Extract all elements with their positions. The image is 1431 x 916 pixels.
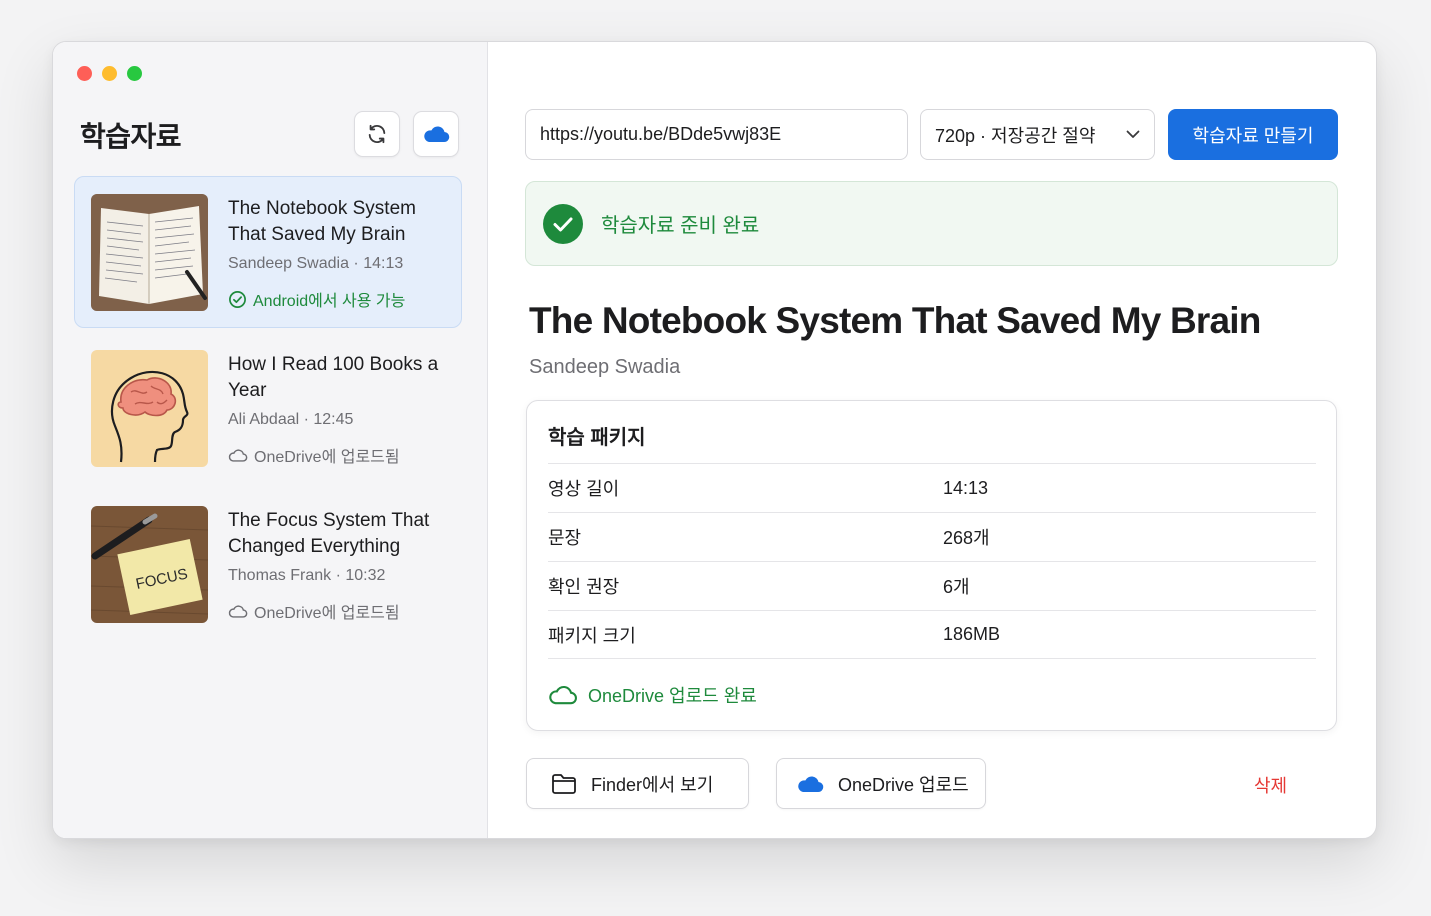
list-item[interactable]: How I Read 100 Books a Year Ali Abdaal ·…: [74, 332, 462, 484]
detail-label: 영상 길이: [548, 479, 620, 499]
cloud-outline-icon: [549, 685, 577, 705]
show-in-finder-button[interactable]: Finder에서 보기: [526, 758, 749, 809]
close-window-button[interactable]: [77, 66, 92, 81]
onedrive-upload-label: OneDrive 업로드: [838, 774, 969, 795]
onedrive-upload-button[interactable]: OneDrive 업로드: [776, 758, 986, 809]
upload-status: OneDrive 업로드 완료: [548, 682, 757, 708]
brain-thumbnail: [91, 350, 208, 467]
material-list: The Notebook System That Saved My Brain …: [74, 176, 462, 644]
package-card-title: 학습 패키지: [548, 427, 646, 449]
list-item[interactable]: FOCUS The Focus System That Changed Ever…: [74, 488, 462, 640]
app-window: 학습자료 The Notebook System That Saved My B…: [52, 41, 1377, 839]
cloud-outline-icon: [228, 448, 248, 462]
video-title: The Notebook System That Saved My Brain: [529, 300, 1261, 341]
detail-value: 6개: [943, 577, 970, 597]
detail-value: 14:13: [943, 477, 989, 498]
status-banner: 학습자료 준비 완료: [525, 181, 1338, 266]
item-status: OneDrive에 업로드됨: [228, 443, 400, 467]
item-meta: Sandeep Swadia · 14:13: [228, 255, 404, 272]
item-status-label: OneDrive에 업로드됨: [254, 605, 400, 622]
list-item[interactable]: The Notebook System That Saved My Brain …: [74, 176, 462, 328]
status-banner-text: 학습자료 준비 완료: [601, 215, 760, 237]
package-details: 영상 길이 14:13 문장 268개 확인 권장 6개 패키지 크기 186M…: [548, 463, 1316, 659]
item-title: The Notebook System That Saved My Brain: [228, 198, 416, 245]
delete-button[interactable]: 삭제: [1254, 772, 1287, 798]
refresh-button[interactable]: [354, 111, 400, 157]
detail-value: 268개: [943, 528, 990, 548]
folder-icon: [552, 773, 576, 794]
detail-label: 확인 권장: [548, 577, 620, 597]
refresh-icon: [368, 124, 386, 144]
detail-value: 186MB: [943, 624, 1001, 644]
main-panel: https://youtu.be/BDde5vwj83E 720p · 저장공간…: [489, 42, 1376, 838]
onedrive-cloud-icon: [424, 126, 450, 143]
quality-select[interactable]: 720p · 저장공간 절약: [920, 109, 1155, 160]
minimize-window-button[interactable]: [102, 66, 117, 81]
item-status-label: OneDrive에 업로드됨: [254, 449, 400, 466]
onedrive-sync-button[interactable]: [413, 111, 459, 157]
sidebar: 학습자료 The Notebook System That Saved My B…: [53, 42, 488, 838]
item-meta: Thomas Frank · 10:32: [228, 567, 386, 584]
notebook-thumbnail: [91, 194, 208, 311]
show-in-finder-label: Finder에서 보기: [591, 774, 714, 795]
sidebar-title: 학습자료: [80, 121, 182, 152]
detail-row: 패키지 크기 186MB: [548, 610, 1316, 659]
detail-label: 문장: [548, 528, 582, 548]
item-status: Android에서 사용 가능: [228, 287, 405, 311]
detail-row: 확인 권장 6개: [548, 561, 1316, 610]
quality-select-value: 720p · 저장공간 절약: [935, 125, 1096, 146]
item-status-label: Android에서 사용 가능: [253, 293, 406, 310]
cloud-outline-icon: [228, 604, 248, 618]
window-controls: [77, 66, 142, 81]
make-material-button[interactable]: 학습자료 만들기: [1168, 109, 1338, 160]
url-input[interactable]: https://youtu.be/BDde5vwj83E: [525, 109, 908, 160]
video-channel: Sandeep Swadia: [529, 356, 681, 378]
check-circle-icon: [229, 290, 246, 308]
item-title: The Focus System That Changed Everything: [228, 510, 430, 557]
chevron-down-icon: [1126, 130, 1140, 138]
upload-status-text: OneDrive 업로드 완료: [588, 686, 757, 706]
focus-thumbnail: FOCUS: [91, 506, 208, 623]
detail-row: 영상 길이 14:13: [548, 463, 1316, 512]
item-status: OneDrive에 업로드됨: [228, 599, 400, 623]
zoom-window-button[interactable]: [127, 66, 142, 81]
detail-label: 패키지 크기: [548, 625, 636, 646]
success-check-icon: [543, 203, 583, 244]
package-card: 학습 패키지 영상 길이 14:13 문장 268개 확인 권장 6개 패키지 …: [526, 400, 1337, 731]
item-title: How I Read 100 Books a Year: [228, 354, 439, 401]
detail-row: 문장 268개: [548, 512, 1316, 561]
item-meta: Ali Abdaal · 12:45: [228, 411, 354, 428]
onedrive-cloud-icon: [798, 775, 824, 792]
